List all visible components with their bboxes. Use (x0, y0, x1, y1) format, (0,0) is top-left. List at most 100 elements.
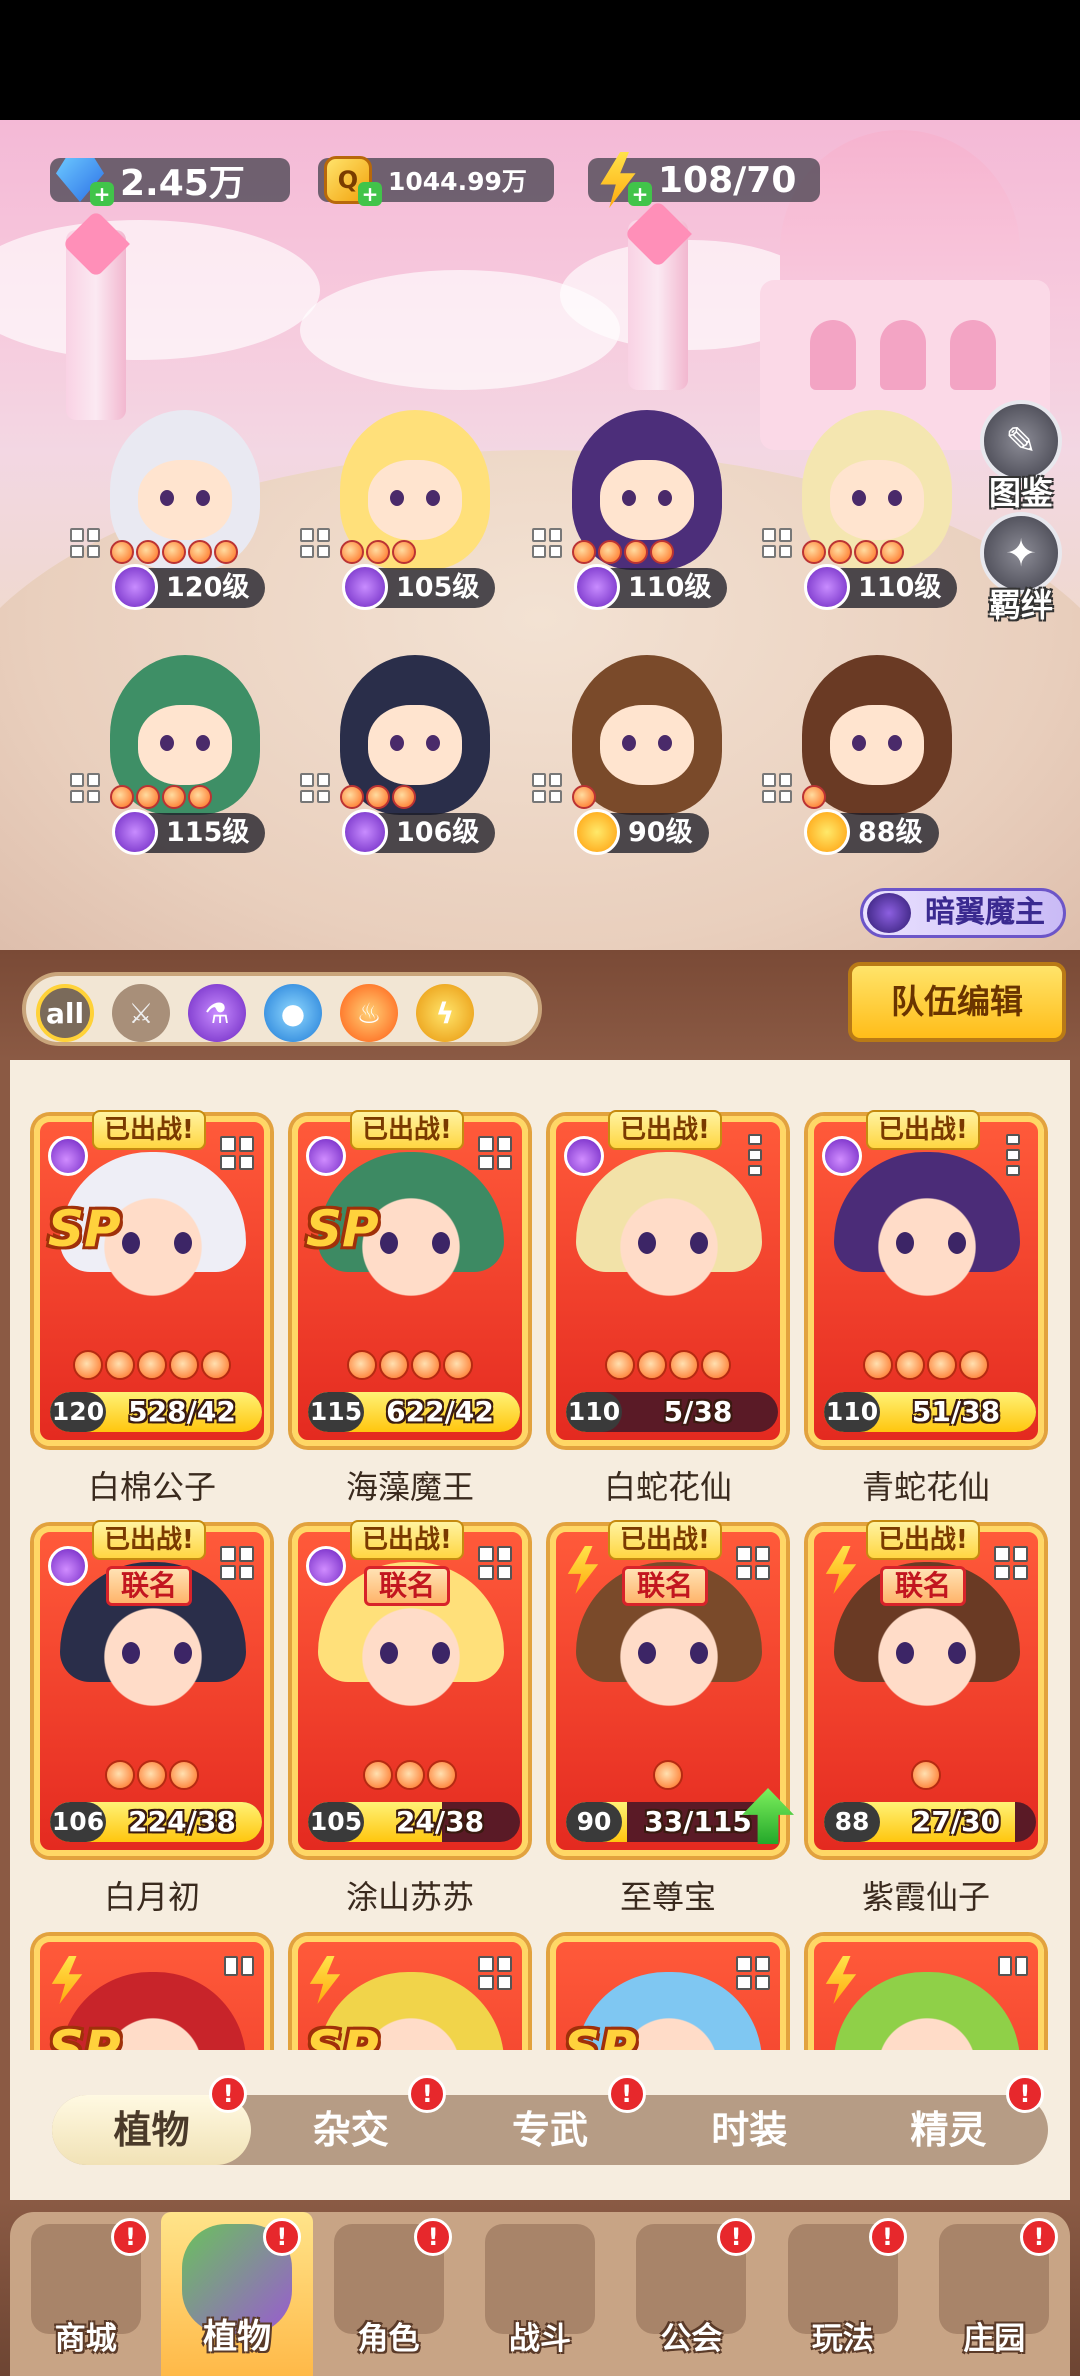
sub-tab-label: 专武 (512, 2108, 589, 2152)
gem-counter[interactable]: + 2.45万 (50, 150, 290, 210)
team-slot[interactable]: 90级 (532, 645, 752, 885)
add-coins-icon[interactable]: + (358, 182, 382, 206)
sub-tab[interactable]: 植物! (52, 2075, 252, 2165)
dark-wing-icon (867, 893, 911, 933)
nav-battle[interactable]: 战斗 (464, 2212, 615, 2376)
add-energy-icon[interactable]: + (628, 182, 652, 206)
sub-tab[interactable]: 专武! (450, 2075, 649, 2165)
sp-badge: SP (564, 2020, 637, 2050)
team-edit-button[interactable]: 队伍编辑 (848, 962, 1066, 1042)
water-drop-icon[interactable]: ● (264, 984, 322, 1042)
energy-counter[interactable]: + 108/70 (588, 150, 820, 210)
team-slot[interactable]: 88级 (762, 645, 982, 885)
plant-card[interactable]: 105 24/38 联名 已出战! 涂山苏苏 (292, 1520, 528, 1916)
grid-icon[interactable] (300, 773, 330, 803)
grid-icon[interactable] (220, 1546, 254, 1580)
lightning-icon[interactable]: ϟ (416, 984, 474, 1042)
grid-icon[interactable] (478, 1136, 512, 1170)
team-slot[interactable]: 105级 (300, 400, 520, 640)
bond-button[interactable]: ✦ 羁绊 (974, 512, 1068, 624)
potion-icon (112, 809, 158, 855)
codex-button[interactable]: ✎ 图鉴 (974, 400, 1068, 512)
sword-icon[interactable]: ⚔ (112, 984, 170, 1042)
nav-plant[interactable]: 植物! (161, 2212, 313, 2376)
alert-icon: ! (262, 2218, 301, 2256)
grid-icon[interactable] (762, 773, 792, 803)
nav-guild[interactable]: 公会! (616, 2212, 767, 2376)
grid-icon[interactable] (532, 528, 562, 558)
nav-manor[interactable]: 庄园! (919, 2212, 1070, 2376)
plant-card[interactable]: SP (550, 1936, 786, 2050)
nav-character[interactable]: 角色! (313, 2212, 464, 2376)
grid-icon[interactable] (70, 773, 100, 803)
deployed-badge: 已出战! (866, 1520, 980, 1560)
grid-icon[interactable] (736, 1956, 770, 1990)
team-slot[interactable]: 106级 (300, 645, 520, 885)
sub-tab-label: 杂交 (312, 2108, 389, 2152)
star-seed-icon (392, 785, 416, 809)
potion-icon (48, 1546, 88, 1586)
plant-card[interactable]: 110 51/38 已出战! 青蛇花仙 (808, 1110, 1044, 1506)
plant-card[interactable]: SP 120 528/42 已出战! 白棉公子 (34, 1110, 270, 1506)
plant-name: 白月初 (103, 1878, 200, 1916)
grid-icon[interactable] (300, 528, 330, 558)
sub-tab[interactable]: 杂交! (251, 2075, 450, 2165)
grid-icon[interactable] (762, 528, 792, 558)
grid-icon[interactable] (994, 1546, 1028, 1580)
plant-card[interactable] (808, 1936, 1044, 2050)
grid-icon[interactable] (220, 1136, 254, 1170)
grid-icon[interactable] (478, 1956, 512, 1990)
grid-icon[interactable] (532, 773, 562, 803)
team-slot[interactable]: 110级 (762, 400, 982, 640)
menu-icon[interactable] (224, 1956, 254, 1976)
nav-label: 战斗 (508, 2321, 571, 2357)
plant-card[interactable]: 106 224/38 联名 已出战! 白月初 (34, 1520, 270, 1916)
plant-card[interactable]: 110 5/38 已出战! 白蛇花仙 (550, 1110, 786, 1506)
team-slot[interactable]: 120级 (70, 400, 290, 640)
sub-tab[interactable]: 精灵! (849, 2075, 1048, 2165)
nav-gameplay[interactable]: 玩法! (767, 2212, 918, 2376)
shard-progress-bar: 110 5/38 (566, 1392, 778, 1432)
add-gems-icon[interactable]: + (90, 182, 114, 206)
grid-icon[interactable] (70, 528, 100, 558)
sub-tab[interactable]: 时装 (650, 2095, 849, 2165)
star-row (340, 785, 416, 809)
shard-progress-bar: 88 27/30 (824, 1802, 1036, 1842)
boss-tag[interactable]: 暗翼魔主 (860, 888, 1066, 938)
grid-icon[interactable] (478, 1546, 512, 1580)
star-row (556, 1350, 780, 1380)
menu-icon[interactable] (748, 1134, 762, 1176)
sp-badge: SP (48, 1200, 121, 1258)
nav-shop[interactable]: 商城! (10, 2212, 161, 2376)
plant-card[interactable]: SP (292, 1936, 528, 2050)
star-seed-icon (863, 1350, 893, 1380)
nav-label: 角色 (357, 2321, 420, 2357)
menu-icon[interactable] (1006, 1134, 1020, 1176)
star-seed-icon (188, 785, 212, 809)
grid-icon[interactable] (736, 1546, 770, 1580)
team-slot[interactable]: 115级 (70, 645, 290, 885)
plant-card[interactable]: 90 33/115 联名 已出战! 至尊宝 (550, 1520, 794, 1916)
bottom-navigation: 商城! 植物! 角色! 战斗 公会! 玩法! 庄园! (0, 2200, 1080, 2376)
team-slot[interactable]: 110级 (532, 400, 752, 640)
alert-icon: ! (111, 2218, 150, 2256)
plant-card[interactable]: SP (34, 1936, 270, 2050)
potion-icon[interactable]: ⚗ (188, 984, 246, 1042)
deployed-badge: 已出战! (350, 1520, 464, 1560)
plant-card[interactable]: SP 115 622/42 已出战! 海藻魔王 (292, 1110, 528, 1506)
deployed-badge: 已出战! (866, 1110, 980, 1150)
plant-card[interactable]: 88 27/30 联名 已出战! 紫霞仙子 (808, 1520, 1044, 1916)
sub-tab-label: 时装 (711, 2108, 788, 2152)
potion-icon (574, 564, 620, 610)
star-row (814, 1760, 1038, 1790)
filter-bar: all ⚔ ⚗ ● ♨ ϟ 队伍编辑 (0, 950, 1080, 1060)
filter-all-button[interactable]: all (36, 984, 94, 1042)
collab-badge: 联名 (364, 1566, 451, 1606)
menu-icon[interactable] (998, 1956, 1028, 1976)
card-frame: 105 24/38 联名 (292, 1526, 528, 1856)
card-level: 105 (308, 1802, 364, 1842)
deployed-badge: 已出战! (350, 1110, 464, 1150)
nav-label: 植物 (203, 2317, 272, 2357)
coin-counter[interactable]: Q + 1044.99万 (318, 150, 554, 210)
fire-icon[interactable]: ♨ (340, 984, 398, 1042)
